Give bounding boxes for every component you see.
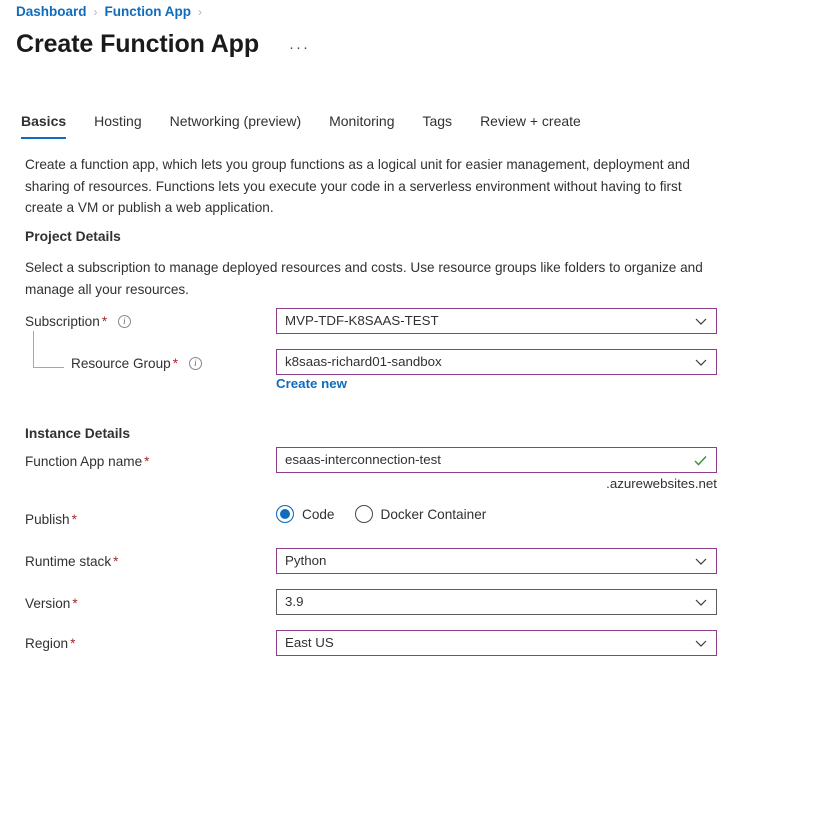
publish-radio-group: Code Docker Container (276, 505, 486, 523)
subscription-dropdown[interactable]: MVP-TDF-K8SAAS-TEST (276, 308, 717, 334)
checkmark-icon (693, 453, 708, 468)
function-app-name-label-text: Function App name (25, 454, 143, 469)
required-asterisk: * (144, 454, 150, 469)
more-options-icon[interactable]: ··· (289, 40, 310, 55)
chevron-down-icon (694, 355, 708, 369)
create-function-app-page: Dashboard › Function App › Create Functi… (0, 0, 840, 838)
chevron-down-icon (694, 314, 708, 328)
tab-hosting[interactable]: Hosting (94, 113, 141, 139)
info-icon[interactable] (117, 314, 131, 329)
breadcrumb: Dashboard › Function App › (16, 3, 209, 21)
required-asterisk: * (113, 554, 119, 569)
breadcrumb-separator-icon: › (93, 5, 98, 19)
required-asterisk: * (101, 314, 108, 329)
tab-basics[interactable]: Basics (21, 113, 67, 139)
resource-group-value: k8saas-richard01-sandbox (285, 354, 442, 369)
breadcrumb-item-dashboard[interactable]: Dashboard (16, 3, 87, 21)
breadcrumb-item-function-app[interactable]: Function App (105, 3, 191, 21)
chevron-down-icon (694, 595, 708, 609)
resource-group-label: Resource Group * (71, 355, 202, 373)
region-dropdown[interactable]: East US (276, 630, 717, 656)
runtime-stack-dropdown[interactable]: Python (276, 548, 717, 574)
radio-selected-icon (276, 505, 294, 523)
publish-label: Publish * (25, 511, 77, 529)
subscription-value: MVP-TDF-K8SAAS-TEST (285, 313, 439, 328)
tab-networking[interactable]: Networking (preview) (170, 113, 301, 139)
tab-monitoring[interactable]: Monitoring (329, 113, 394, 139)
tab-review-create[interactable]: Review + create (480, 113, 581, 139)
chevron-down-icon (694, 636, 708, 650)
title-row: Create Function App ··· (16, 29, 310, 59)
resource-group-label-text: Resource Group (71, 356, 171, 371)
version-value: 3.9 (285, 594, 304, 609)
chevron-down-icon (694, 554, 708, 568)
info-icon[interactable] (188, 356, 202, 371)
function-app-name-suffix: .azurewebsites.net (606, 476, 717, 491)
function-app-name-label: Function App name * (25, 453, 149, 471)
version-label-text: Version (25, 596, 71, 611)
publish-label-text: Publish (25, 512, 70, 527)
runtime-stack-label-text: Runtime stack (25, 554, 112, 569)
radio-unselected-icon (354, 505, 373, 523)
page-description: Create a function app, which lets you gr… (25, 157, 690, 215)
subscription-label: Subscription * (25, 313, 131, 331)
breadcrumb-separator-icon: › (198, 5, 202, 19)
runtime-stack-value: Python (285, 553, 327, 568)
tab-bar: Basics Hosting Networking (preview) Moni… (21, 113, 581, 139)
region-label-text: Region (25, 636, 69, 651)
subscription-label-text: Subscription (25, 314, 100, 329)
function-app-name-input[interactable]: esaas-interconnection-test (276, 447, 717, 473)
required-asterisk: * (72, 596, 78, 611)
publish-option-docker-container-label: Docker Container (380, 506, 487, 522)
version-dropdown[interactable]: 3.9 (276, 589, 717, 615)
required-asterisk: * (70, 636, 76, 651)
publish-option-docker-container[interactable]: Docker Container (354, 505, 487, 523)
project-details-description: Select a subscription to manage deployed… (25, 260, 703, 297)
region-label: Region * (25, 635, 75, 653)
region-value: East US (285, 635, 334, 650)
publish-option-code-label: Code (302, 506, 335, 522)
page-title: Create Function App (16, 30, 260, 58)
resource-group-dropdown[interactable]: k8saas-richard01-sandbox (276, 349, 717, 375)
tab-tags[interactable]: Tags (422, 113, 452, 139)
tree-connector (33, 331, 64, 368)
function-app-name-value: esaas-interconnection-test (285, 452, 441, 467)
instance-details-heading: Instance Details (25, 426, 131, 441)
runtime-stack-label: Runtime stack * (25, 553, 118, 571)
required-asterisk: * (71, 512, 77, 527)
publish-option-code[interactable]: Code (276, 505, 335, 523)
version-label: Version * (25, 595, 78, 613)
create-new-resource-group-link[interactable]: Create new (276, 376, 347, 391)
project-details-heading: Project Details (25, 229, 121, 244)
required-asterisk: * (172, 356, 179, 371)
